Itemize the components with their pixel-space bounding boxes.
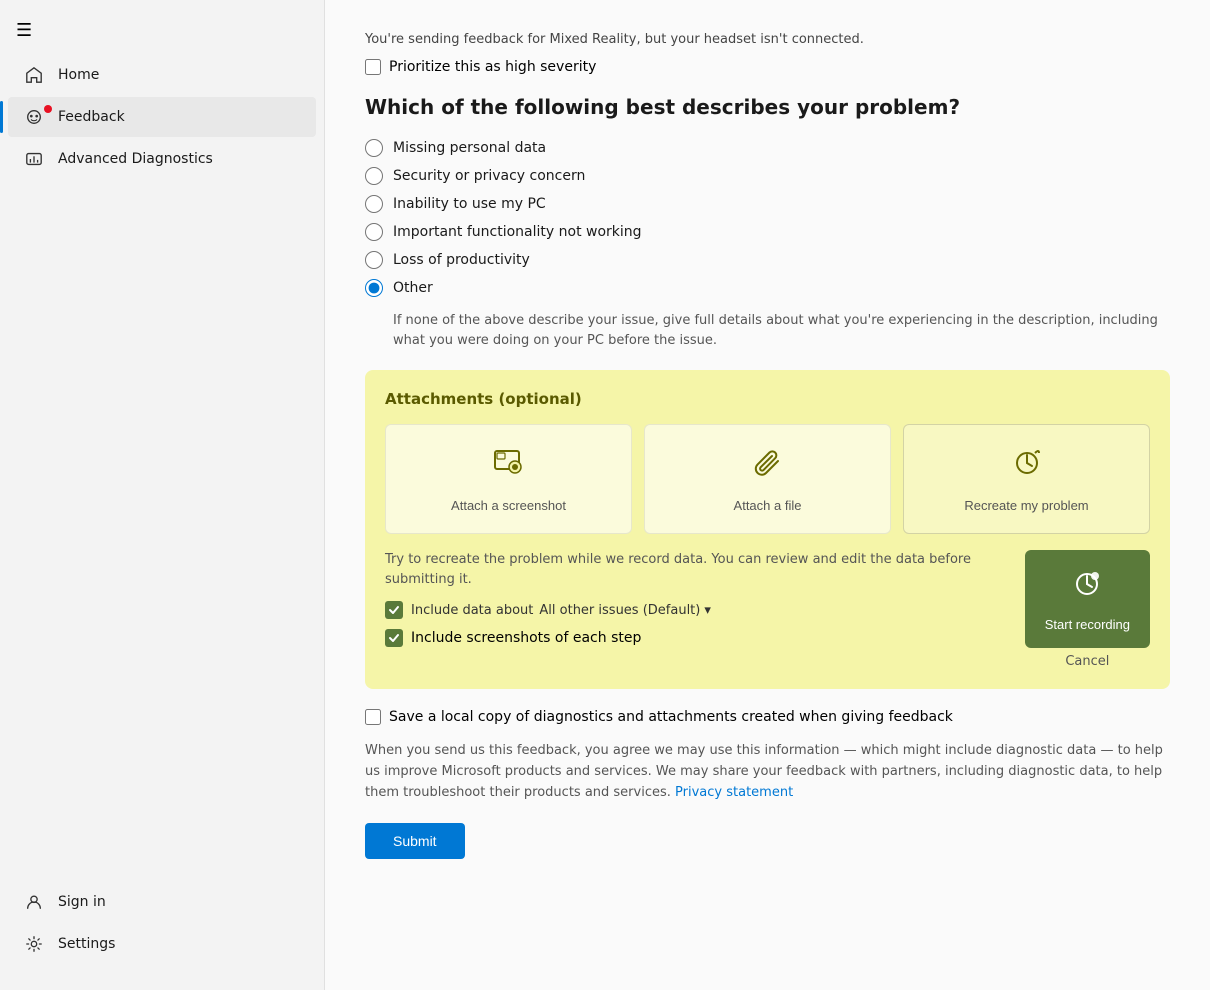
radio-missing-data-label[interactable]: Missing personal data [393,140,546,156]
radio-option-productivity[interactable]: Loss of productivity [365,251,1170,269]
include-data-row: Include data about All other issues (Def… [411,603,711,618]
recreate-problem-button[interactable]: Recreate my problem [903,424,1150,534]
radio-inability[interactable] [365,195,383,213]
save-copy-label[interactable]: Save a local copy of diagnostics and att… [389,709,953,725]
include-data-label: Include data about [411,603,533,618]
radio-other-label[interactable]: Other [393,280,433,296]
radio-group: Missing personal data Security or privac… [365,139,1170,350]
radio-option-functionality[interactable]: Important functionality not working [365,223,1170,241]
start-recording-label: Start recording [1045,617,1130,632]
recreate-section: Try to recreate the problem while we rec… [385,550,1150,669]
settings-icon [24,934,44,954]
attach-file-button[interactable]: Attach a file [644,424,891,534]
save-copy-row: Save a local copy of diagnostics and att… [365,709,1170,725]
screenshot-icon [491,445,527,488]
notice-text: You're sending feedback for Mixed Realit… [365,32,1170,47]
sidebar-item-feedback-label: Feedback [58,109,125,125]
radio-productivity-label[interactable]: Loss of productivity [393,252,530,268]
submit-button[interactable]: Submit [365,823,465,859]
attachments-title: Attachments (optional) [385,390,1150,408]
notification-dot [44,105,52,113]
radio-option-missing-data[interactable]: Missing personal data [365,139,1170,157]
recreate-icon [1009,445,1045,488]
save-copy-checkbox[interactable] [365,709,381,725]
other-description: If none of the above describe your issue… [393,311,1170,350]
recreate-info: Try to recreate the problem while we rec… [385,550,1009,657]
radio-security-label[interactable]: Security or privacy concern [393,168,585,184]
radio-option-security[interactable]: Security or privacy concern [365,167,1170,185]
sidebar-item-sign-in-label: Sign in [58,894,106,910]
radio-option-other[interactable]: Other [365,279,1170,297]
sidebar-item-settings-label: Settings [58,936,115,952]
radio-missing-data[interactable] [365,139,383,157]
feedback-icon [24,107,44,127]
include-screenshots-checkbox[interactable] [385,629,403,647]
section-title: Which of the following best describes yo… [365,95,1170,119]
radio-option-inability[interactable]: Inability to use my PC [365,195,1170,213]
sidebar-nav: Home Feedback [0,53,324,880]
radio-other[interactable] [365,279,383,297]
attach-screenshot-button[interactable]: Attach a screenshot [385,424,632,534]
sidebar-item-feedback[interactable]: Feedback [8,97,316,137]
hamburger-button[interactable]: ☰ [0,8,324,53]
include-data-option: Include data about All other issues (Def… [385,601,1009,619]
sidebar-item-settings[interactable]: Settings [8,924,316,964]
recreate-description: Try to recreate the problem while we rec… [385,550,1009,589]
sidebar-bottom: Sign in Settings [0,880,324,982]
start-recording-button[interactable]: Start recording [1025,550,1150,648]
radio-productivity[interactable] [365,251,383,269]
radio-security[interactable] [365,167,383,185]
include-screenshots-label: Include screenshots of each step [411,630,641,646]
attach-file-icon [750,445,786,488]
attachments-box: Attachments (optional) Attach a screensh… [365,370,1170,689]
sidebar-item-sign-in[interactable]: Sign in [8,882,316,922]
sign-in-icon [24,892,44,912]
record-icon [1069,566,1105,609]
sidebar-item-home-label: Home [58,67,99,83]
high-severity-label[interactable]: Prioritize this as high severity [389,59,596,75]
record-btn-wrapper: Start recording Cancel [1025,550,1150,669]
attach-file-label: Attach a file [734,498,802,513]
attachment-buttons: Attach a screenshot Attach a file [385,424,1150,534]
cancel-link[interactable]: Cancel [1065,654,1109,669]
radio-functionality[interactable] [365,223,383,241]
attach-screenshot-label: Attach a screenshot [451,498,566,513]
chevron-down-icon: ▾ [704,603,711,618]
sidebar: ☰ Home Feedback [0,0,325,990]
include-data-checkbox[interactable] [385,601,403,619]
radio-inability-label[interactable]: Inability to use my PC [393,196,546,212]
radio-functionality-label[interactable]: Important functionality not working [393,224,642,240]
include-screenshots-option: Include screenshots of each step [385,629,1009,647]
sidebar-item-home[interactable]: Home [8,55,316,95]
data-dropdown-value: All other issues (Default) [539,603,700,618]
diagnostics-icon [24,149,44,169]
high-severity-checkbox[interactable] [365,59,381,75]
high-severity-row: Prioritize this as high severity [365,59,1170,75]
home-icon [24,65,44,85]
privacy-statement-link[interactable]: Privacy statement [675,785,793,800]
sidebar-item-advanced-diagnostics-label: Advanced Diagnostics [58,151,213,167]
main-content: You're sending feedback for Mixed Realit… [325,0,1210,990]
hamburger-icon: ☰ [16,20,32,41]
recreate-problem-label: Recreate my problem [964,498,1088,513]
data-dropdown[interactable]: All other issues (Default) ▾ [539,603,711,618]
sidebar-item-advanced-diagnostics[interactable]: Advanced Diagnostics [8,139,316,179]
privacy-text: When you send us this feedback, you agre… [365,741,1170,803]
